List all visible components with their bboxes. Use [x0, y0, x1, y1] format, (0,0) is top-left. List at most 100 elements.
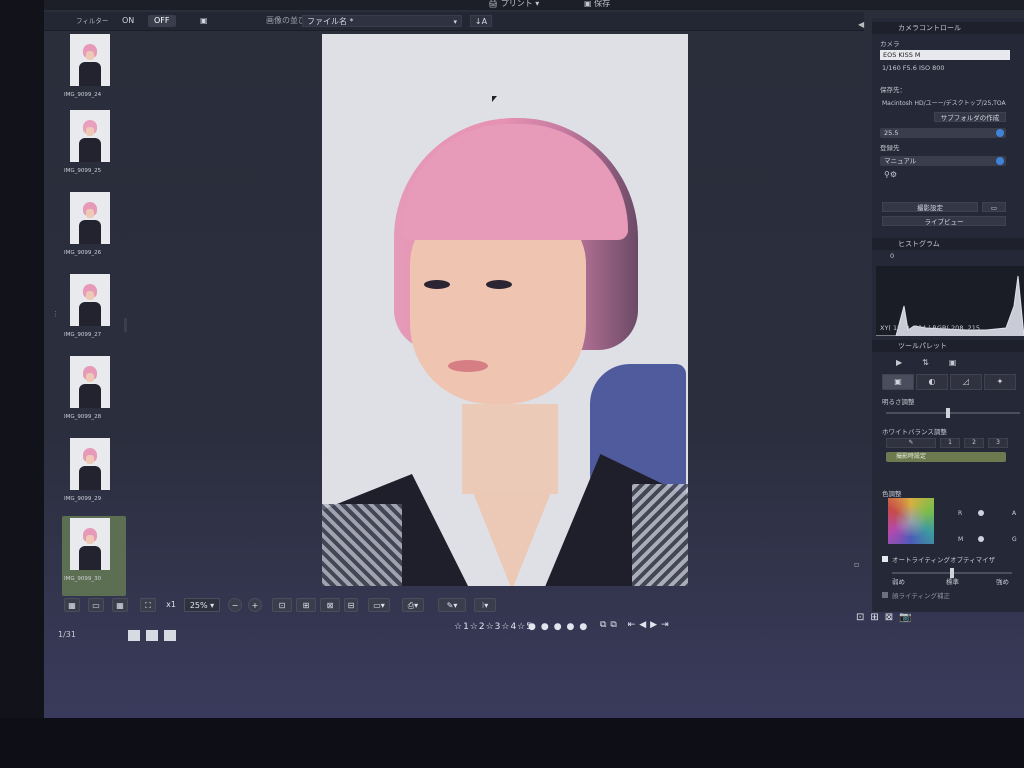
layout-list-icon[interactable]	[146, 630, 158, 641]
wb-eyedropper-icon[interactable]: ✎	[886, 438, 936, 448]
save-menu[interactable]: ▣ 保存	[584, 0, 610, 9]
tool-palette-title: ツールパレット	[872, 340, 1024, 352]
top-menu-bar: 🖨 プリント ▾ ▣ 保存	[44, 0, 1024, 10]
zoom-1x-button[interactable]: x1	[162, 598, 180, 612]
info-panel-icon[interactable]: ▭▾	[368, 598, 390, 612]
wb-button-1[interactable]: 1	[940, 438, 960, 448]
wb-label: ホワイトバランス調整	[882, 428, 947, 436]
thumbnail-item-selected[interactable]: IMG_9099_30	[62, 516, 126, 596]
cw-label-m: M	[958, 536, 964, 543]
auto-lighting-label: オートライティングオプティマイザ	[892, 556, 996, 564]
filter-label: フィルター	[76, 17, 109, 25]
mouse-cursor-icon	[492, 96, 497, 102]
strip-resize-handle[interactable]	[124, 318, 127, 332]
tab-curve[interactable]: ◿	[950, 374, 982, 390]
photo-eye-left	[424, 280, 450, 289]
panel-resize-handle[interactable]: ⋮	[52, 310, 59, 318]
compare-icon[interactable]: ⊟	[344, 598, 358, 612]
image-count: 1/31	[58, 630, 76, 639]
save-dest-path: Macintosh HD/ユーー/デスクトップ/25,TOA	[882, 100, 1006, 107]
register-select[interactable]: マニュアル	[880, 156, 1006, 166]
pagination-dots-icon[interactable]: ●●●●●	[528, 622, 592, 632]
shooting-settings-button[interactable]: 撮影設定	[882, 202, 978, 212]
rating-marks[interactable]: ☆1☆2☆3☆4☆5	[454, 622, 533, 632]
zoom-out-icon[interactable]: −	[228, 598, 242, 612]
sort-direction-button[interactable]: ↓A	[470, 15, 492, 27]
single-view-icon[interactable]: ▭	[88, 598, 104, 612]
filter-off-button[interactable]: OFF	[148, 15, 176, 27]
folder-select-value: 25.5	[884, 129, 899, 137]
color-adjust-label: 色調整	[882, 490, 902, 498]
right-tool-icons[interactable]: ⊡⊞⊠📷	[856, 612, 918, 623]
tab-basic[interactable]: ▣	[882, 374, 914, 390]
camera-settings-icon[interactable]: ⚲⚙	[884, 170, 897, 179]
auto-lighting-checkbox[interactable]	[882, 556, 888, 562]
sort-order-select[interactable]: ファイル名 * ▾	[302, 15, 462, 27]
photo-neck	[462, 404, 558, 494]
print-icon[interactable]: ⎙▾	[402, 598, 424, 612]
create-subfolder-button[interactable]: サブフォルダの作成	[934, 112, 1006, 122]
slider-thumb[interactable]	[946, 408, 950, 418]
layout-switcher	[128, 626, 182, 645]
auto-lighting-slider[interactable]	[892, 568, 1012, 578]
cw-slider-dot[interactable]	[978, 510, 984, 516]
thumbnail-item[interactable]: IMG_9099_27	[62, 272, 126, 352]
face-lighting-label: 顔ライティング補正	[892, 592, 950, 600]
tab-color[interactable]: ✦	[984, 374, 1016, 390]
thumbnail-item[interactable]: IMG_9099_25	[62, 108, 126, 188]
navigation-icons[interactable]: ⧉⧉ ⇤◀▶⇥	[600, 620, 673, 630]
color-wheel[interactable]	[888, 498, 934, 544]
resize-corner-icon[interactable]: ▫	[854, 560, 859, 569]
zoom-select[interactable]: 25% ▾	[184, 598, 220, 612]
monitor-bezel-bottom	[0, 718, 1024, 768]
cw-label-g: G	[1012, 536, 1017, 543]
auto-lighting-high: 強め	[996, 578, 1009, 586]
slider-thumb[interactable]	[950, 568, 954, 578]
wb-button-3[interactable]: 3	[988, 438, 1008, 448]
thumbnail-item[interactable]: IMG_9099_29	[62, 436, 126, 516]
fit-screen-icon[interactable]: ⛶	[140, 598, 156, 612]
wb-button-2[interactable]: 2	[964, 438, 984, 448]
thumbnail-image	[70, 356, 110, 408]
print-label: プリント	[500, 0, 533, 8]
crop-tool-icon[interactable]: ⊡	[272, 598, 292, 612]
zoom-in-icon[interactable]: +	[248, 598, 262, 612]
thumbnail-caption: IMG_9099_26	[64, 250, 102, 256]
settings-extra-button[interactable]: ▭	[982, 202, 1006, 212]
photo-pattern-left	[322, 504, 402, 586]
tab-tone[interactable]: ◐	[916, 374, 948, 390]
more-options-icon[interactable]: ⁝▾	[474, 598, 496, 612]
live-view-button[interactable]: ライブビュー	[882, 216, 1006, 226]
cw-slider-dot[interactable]	[978, 536, 984, 542]
camera-name-field: EOS KISS M	[880, 50, 1010, 60]
collapse-panel-icon[interactable]: ◀	[858, 20, 864, 29]
thumbnail-image	[70, 34, 110, 86]
thumbnail-item[interactable]: IMG_9099_28	[62, 354, 126, 434]
grid-overlay-icon[interactable]: ⊠	[320, 598, 340, 612]
thumbnail-item[interactable]: IMG_9099_24	[62, 32, 126, 112]
print-menu[interactable]: 🖨 プリント ▾	[488, 0, 539, 9]
af-frame-icon[interactable]: ⊞	[296, 598, 316, 612]
palette-action-icons[interactable]: ▶⇅▣	[896, 358, 976, 367]
auto-lighting-low: 弱め	[892, 578, 905, 586]
histogram-zero-label: 0	[890, 252, 895, 260]
zoom-value: 25%	[189, 601, 208, 610]
layout-split-icon[interactable]	[164, 630, 176, 641]
filter-on-button[interactable]: ON	[116, 15, 140, 27]
view-mode-icon[interactable]: ▦	[64, 598, 80, 612]
edit-tool-icon[interactable]: ✎▾	[438, 598, 466, 612]
histogram-readout: XY( 1850, 684 | RGB( 208, 215	[880, 324, 980, 332]
layout-grid-icon[interactable]	[128, 630, 140, 641]
camera-label: カメラ	[880, 40, 900, 48]
thumbnail-caption: IMG_9099_28	[64, 414, 102, 420]
chevron-down-icon	[996, 157, 1004, 165]
grid-view-icon[interactable]: ▦	[112, 598, 128, 612]
filter-lock-icon[interactable]: ▣	[194, 15, 214, 27]
image-viewer[interactable]	[322, 34, 688, 586]
brightness-slider[interactable]	[886, 408, 1020, 418]
folder-select[interactable]: 25.5	[880, 128, 1006, 138]
face-lighting-checkbox[interactable]	[882, 592, 888, 598]
thumbnail-item[interactable]: IMG_9099_26	[62, 190, 126, 270]
thumbnail-caption: IMG_9099_25	[64, 168, 102, 174]
wb-preset-select[interactable]: 撮影時設定	[886, 452, 1006, 462]
